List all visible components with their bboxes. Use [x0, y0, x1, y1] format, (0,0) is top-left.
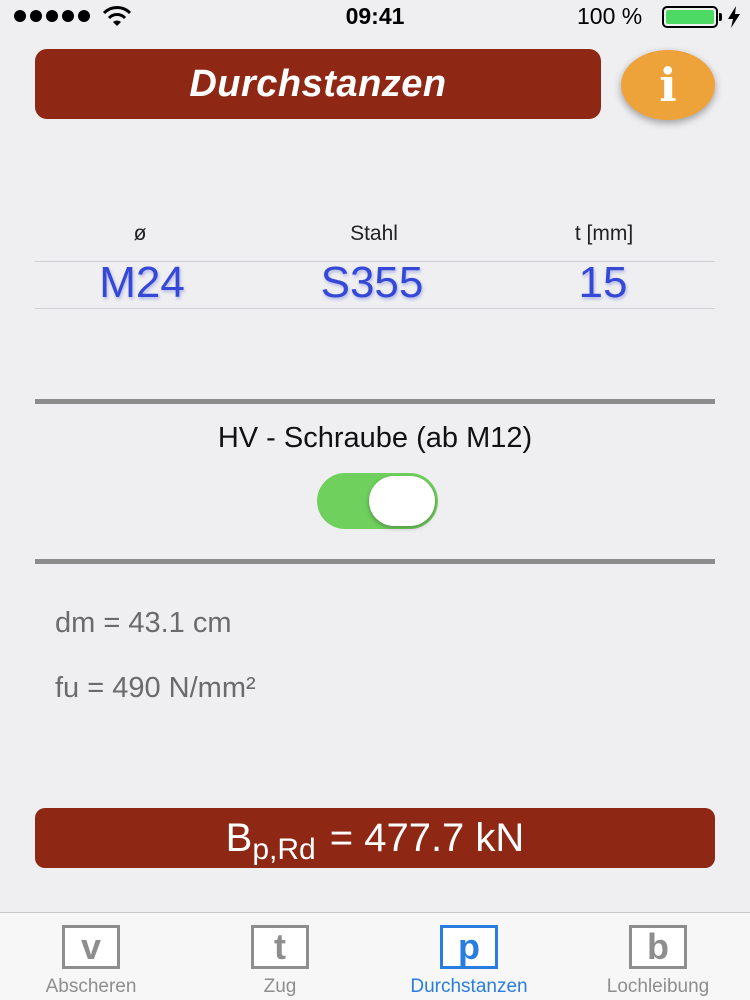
hv-bolt-toggle[interactable] — [317, 473, 438, 529]
tab-abscheren[interactable]: v Abscheren — [16, 913, 166, 1000]
picker-thickness-value[interactable]: 15 — [579, 258, 628, 308]
status-bar: 09:41 100 % — [0, 0, 750, 34]
info-icon: i — [659, 58, 677, 112]
result-subscript: p,Rd — [252, 833, 316, 866]
picker-diameter-value[interactable]: M24 — [99, 258, 185, 308]
battery-percent: 100 % — [577, 3, 643, 29]
result-symbol: B — [225, 815, 253, 860]
tab-bar: v Abscheren t Zug p Durchstanzen b Lochl… — [0, 912, 750, 1000]
tab-zug[interactable]: t Zug — [205, 913, 355, 1000]
picker-selection-bottom-line — [35, 308, 715, 309]
shear-v-icon: v — [62, 925, 120, 969]
hv-bolt-label: HV - Schraube (ab M12) — [217, 422, 533, 454]
tab-durchstanzen[interactable]: p Durchstanzen — [394, 913, 544, 1000]
bearing-b-icon: b — [629, 925, 687, 969]
dm-result: dm = 43.1 cm — [55, 607, 232, 639]
picker-header-diameter: ø — [133, 222, 147, 245]
section-divider — [35, 399, 715, 404]
punching-p-icon: p — [440, 925, 498, 969]
result-value: = 477.7 kN — [329, 815, 525, 860]
charging-bolt-icon — [728, 6, 740, 28]
page-title: Durchstanzen — [35, 49, 601, 119]
tab-lochleibung[interactable]: b Lochleibung — [583, 913, 733, 1000]
fu-result: fu = 490 N/mm² — [55, 672, 256, 704]
toggle-knob — [369, 476, 435, 526]
tab-label: Lochleibung — [606, 976, 710, 997]
tension-t-icon: t — [251, 925, 309, 969]
tab-label: Zug — [263, 976, 297, 997]
battery-icon — [662, 6, 722, 28]
picker-header-thickness: t [mm] — [574, 222, 634, 245]
picker-header-steel: Stahl — [350, 222, 398, 245]
tab-label: Abscheren — [45, 976, 137, 997]
battery-fill — [666, 10, 714, 24]
section-divider — [35, 559, 715, 564]
punching-resistance-result: Bp,Rd = 477.7 kN — [35, 808, 715, 868]
info-button[interactable]: i — [621, 50, 715, 120]
tab-label: Durchstanzen — [410, 976, 528, 997]
picker-steel-value[interactable]: S355 — [321, 258, 424, 308]
